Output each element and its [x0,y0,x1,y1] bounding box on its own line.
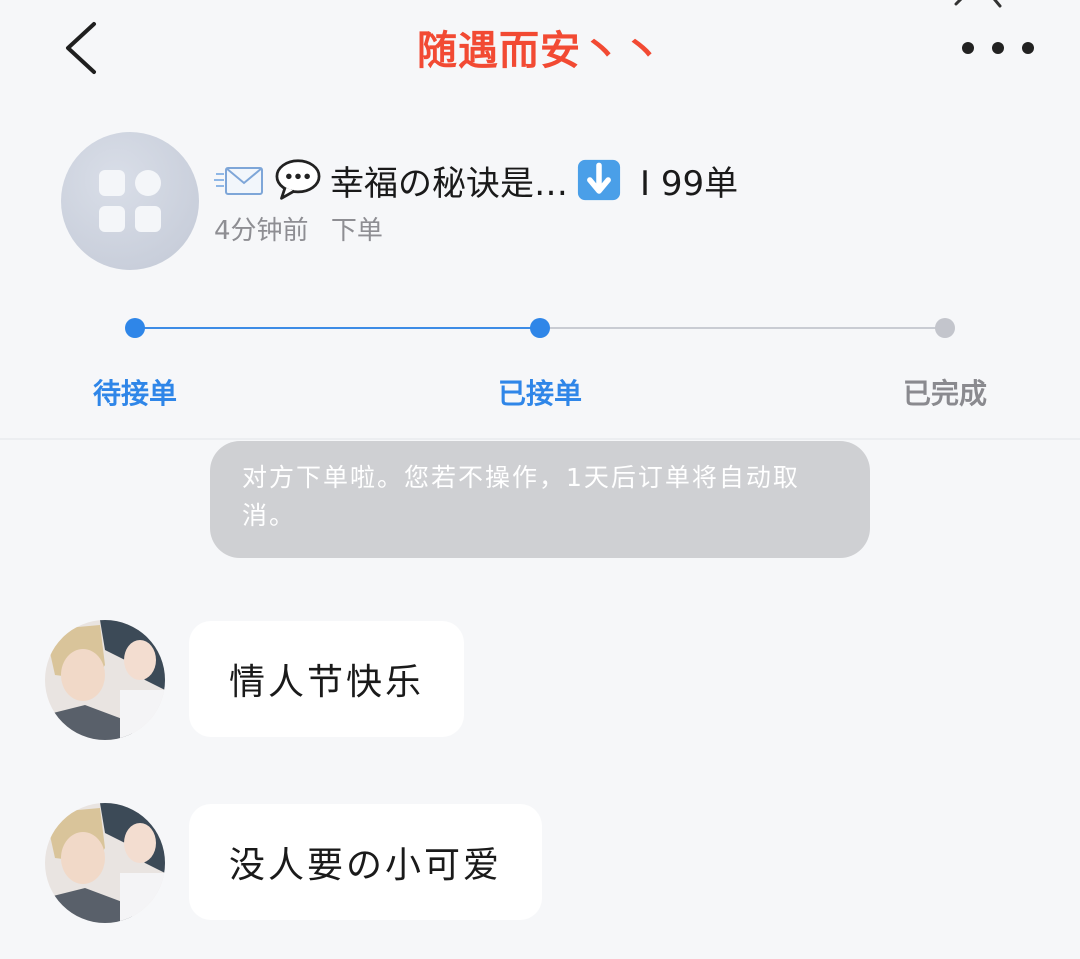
order-summary[interactable]: 幸福の秘诀是… I 99单 [214,150,738,210]
step-label-completed: 已完成 [902,377,987,410]
order-meta: 4分钟前 下单 [214,210,383,247]
progress-track-done [135,327,540,329]
app-grid-icon [99,170,161,232]
order-progress: 待接单 已接单 已完成 [0,300,1080,420]
progress-track-pending [540,327,945,329]
message-text: 情人节快乐 [229,662,425,703]
avatar[interactable] [45,620,165,740]
message-bubble[interactable]: 情人节快乐 [189,621,465,737]
step-dot-accepted [530,318,550,338]
down-arrow-emoji-icon [577,159,621,201]
order-time: 4分钟前 [214,216,309,246]
more-button[interactable] [962,30,1034,66]
avatar-image [45,803,165,923]
step-dot-pending-accept [125,318,145,338]
order-action: 下单 [330,216,383,246]
step-label-accepted: 已接单 [497,377,582,410]
envelope-emoji-icon [214,167,263,195]
message-text: 没人要の小可爱 [229,845,503,886]
system-notice: 对方下单啦。您若不操作，1天后订单将自动取消。 [210,441,870,558]
more-dot-icon [992,42,1004,54]
order-header: 随遇而安丶丶 幸福の秘诀是… I 99单 4分钟前 下单 待接单 已接单 已完成 [0,0,1080,440]
message-bubble[interactable]: 没人要の小可爱 [189,804,543,920]
order-summary-text: 幸福の秘诀是… [330,163,568,204]
order-avatar[interactable] [61,132,199,270]
avatar-image [45,620,165,740]
step-label-pending-accept: 待接单 [92,377,177,410]
speech-bubble-emoji-icon [275,159,321,200]
step-dot-completed [935,318,955,338]
avatar[interactable] [45,803,165,923]
more-dot-icon [1022,42,1034,54]
page-title: 随遇而安丶丶 [417,28,663,74]
more-dot-icon [962,42,974,54]
signal-icon [954,0,1002,8]
order-count: I 99单 [640,163,739,204]
system-notice-text: 对方下单啦。您若不操作，1天后订单将自动取消。 [242,463,800,530]
